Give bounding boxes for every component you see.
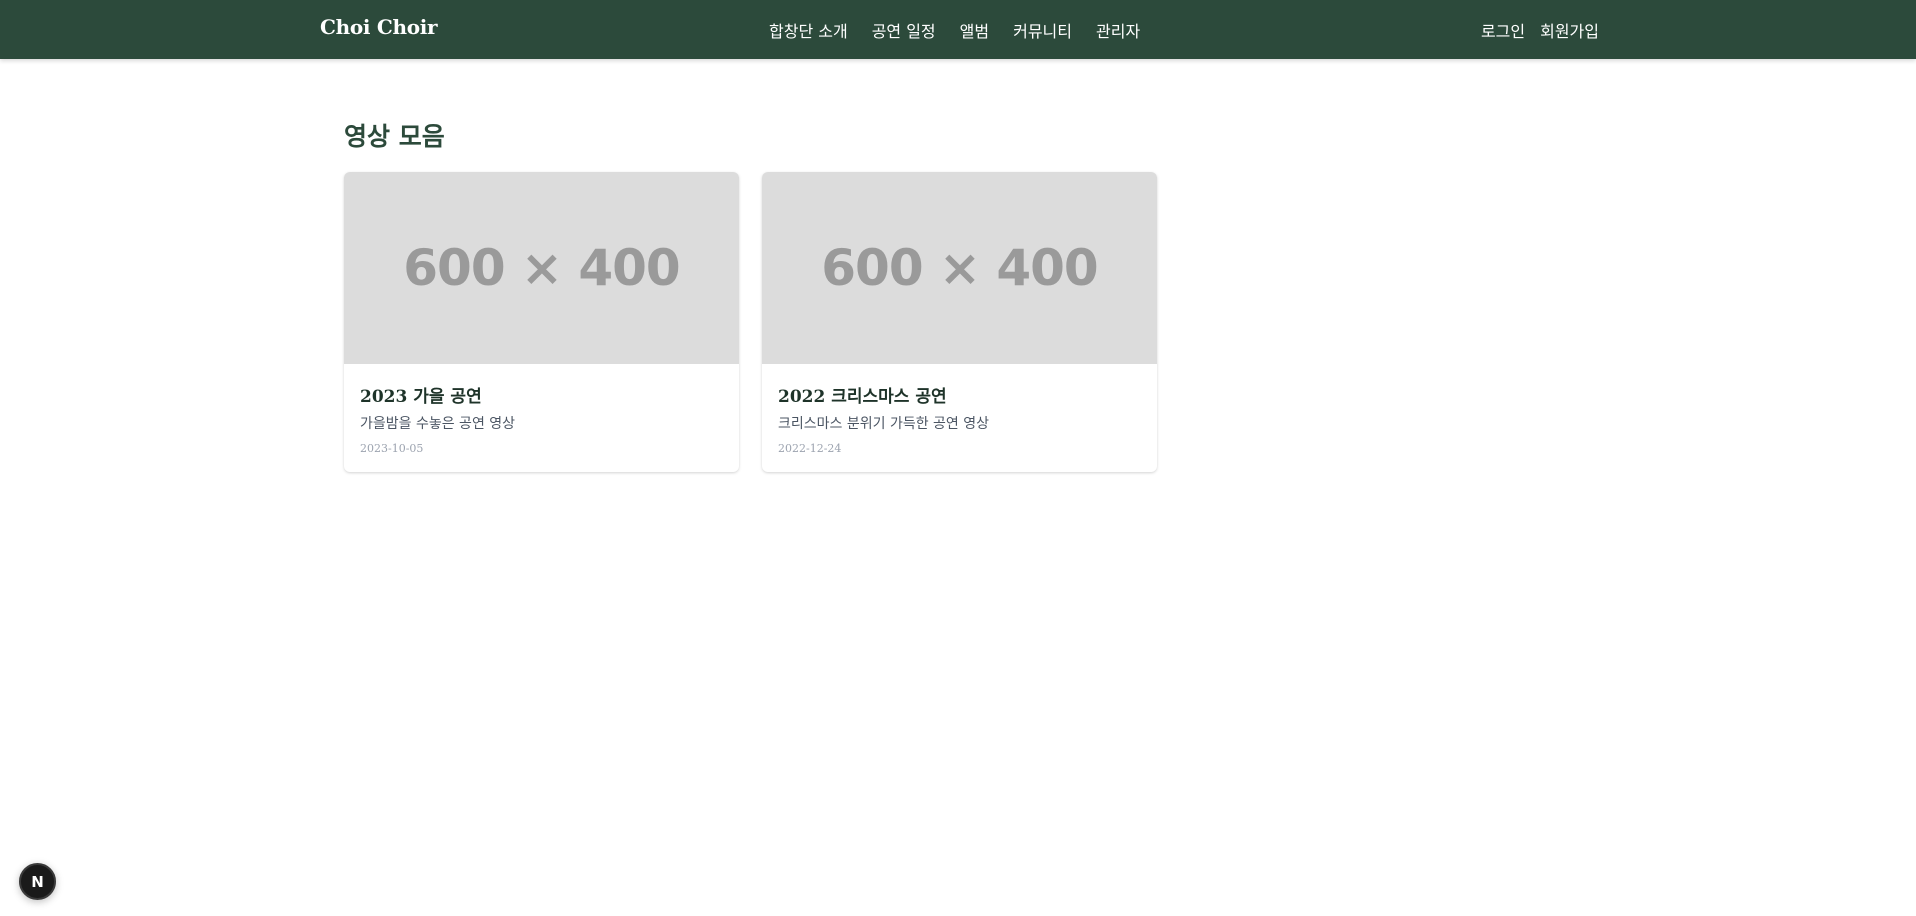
login-link[interactable]: 로그인 <box>1481 18 1525 42</box>
video-description: 크리스마스 분위기 가득한 공연 영상 <box>778 416 989 432</box>
main-nav: 합창단 소개 공연 일정 앨범 커뮤니티 관리자 <box>769 18 1140 42</box>
signup-link[interactable]: 회원가입 <box>1540 18 1599 42</box>
card-body: 2023 가을 공연 가을밤을 수놓은 공연 영상 2023-10-05 <box>344 364 739 455</box>
video-thumbnail[interactable]: 600 × 400 <box>344 172 739 364</box>
video-card[interactable]: 600 × 400 2022 크리스마스 공연 크리스마스 분위기 가득한 공연… <box>762 172 1157 472</box>
nav-link-admin[interactable]: 관리자 <box>1096 18 1140 42</box>
brand-logo[interactable]: Choi Choir <box>320 15 438 39</box>
nav-link-community[interactable]: 커뮤니티 <box>1013 18 1072 42</box>
nav-link-about[interactable]: 합창단 소개 <box>769 18 848 42</box>
video-title[interactable]: 2023 가을 공연 <box>360 382 723 407</box>
video-grid: 600 × 400 2023 가을 공연 가을밤을 수놓은 공연 영상 2023… <box>344 172 1157 472</box>
nav-link-schedule[interactable]: 공연 일정 <box>872 18 936 42</box>
video-description: 가을밤을 수놓은 공연 영상 <box>360 416 516 432</box>
video-card[interactable]: 600 × 400 2023 가을 공연 가을밤을 수놓은 공연 영상 2023… <box>344 172 739 472</box>
top-navbar: Choi Choir 합창단 소개 공연 일정 앨범 커뮤니티 관리자 로그인 … <box>0 0 1916 59</box>
auth-links: 로그인 회원가입 <box>1481 18 1599 42</box>
page-title: 영상 모음 <box>344 122 445 151</box>
video-thumbnail[interactable]: 600 × 400 <box>762 172 1157 364</box>
video-title[interactable]: 2022 크리스마스 공연 <box>778 382 1141 407</box>
dev-indicator-button[interactable]: N <box>19 863 56 900</box>
thumbnail-placeholder-text: 600 × 400 <box>403 239 680 297</box>
card-body: 2022 크리스마스 공연 크리스마스 분위기 가득한 공연 영상 2022-1… <box>762 364 1157 455</box>
video-date: 2023-10-05 <box>360 442 424 455</box>
thumbnail-placeholder-text: 600 × 400 <box>821 239 1098 297</box>
video-date: 2022-12-24 <box>778 442 842 455</box>
nav-link-album[interactable]: 앨범 <box>960 18 989 42</box>
